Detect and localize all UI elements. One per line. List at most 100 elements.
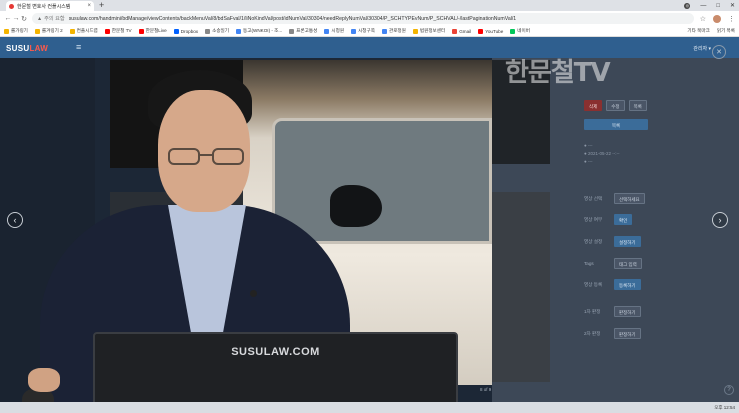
new-tab-button[interactable]: +	[99, 0, 104, 11]
bookmark-folder[interactable]: 기타 북마크	[687, 28, 709, 34]
bookmark-icon	[324, 28, 330, 34]
detail-actions: 삭제 수정 목록	[584, 100, 647, 111]
bookmark-item[interactable]: 관로정원	[381, 28, 406, 34]
bookmark-label: 프론고통성	[296, 28, 318, 33]
bookmarks-bar: 롤가링기 롤겨링기 2 컨플시드렴 한문철 TV 한문철Live Dropbox 소송일기 동…	[0, 26, 739, 37]
detail-field-row: 2차 판정 판정하기	[584, 328, 641, 339]
meta-line: ● ---	[584, 159, 593, 164]
bookmark-item[interactable]: 시청원	[324, 28, 344, 34]
field-control[interactable]: 판정하기	[614, 306, 641, 317]
bookmark-label: Dropbox	[180, 28, 199, 34]
list-button[interactable]: 목록	[584, 119, 648, 130]
bookmark-item[interactable]: 롤겨링기 2	[34, 28, 63, 34]
bookmark-label: 컨플시드렴	[76, 28, 98, 33]
detail-action-button[interactable]: 수정	[606, 100, 625, 111]
tab-title: 한문철 변호사 컨플시스템	[17, 3, 71, 10]
brand-logo[interactable]: SUSULAW	[6, 44, 48, 53]
maximize-button[interactable]: □	[716, 3, 720, 9]
app-header: SUSULAW ≡ 관리자 ▾	[0, 37, 739, 58]
brand-right: LAW	[29, 44, 49, 53]
star-icon[interactable]: ☆	[700, 15, 706, 23]
bookmark-label: Gmail	[459, 28, 472, 34]
bookmark-icon	[138, 28, 144, 34]
field-control[interactable]: 확인	[614, 214, 633, 225]
bookmark-icon	[289, 28, 295, 34]
reload-icon[interactable]: ↻	[20, 15, 28, 23]
field-label: 영상 설정	[584, 238, 603, 244]
shattered-window	[272, 118, 492, 244]
meta-line: ● ---	[584, 143, 593, 148]
bookmark-item[interactable]: 동고(WNKOI) - 조...	[236, 28, 282, 34]
help-icon[interactable]: ?	[724, 385, 734, 395]
bookmark-item[interactable]: 네이버	[510, 28, 530, 34]
bookmark-folder[interactable]: 읽기 목록	[717, 28, 735, 34]
tab-close-icon[interactable]: ×	[87, 3, 91, 9]
bookmark-label: 롤겨링기 2	[41, 28, 63, 33]
bookmark-label: 롤가링기	[11, 28, 28, 33]
bookmark-item[interactable]: Dropbox	[173, 28, 199, 34]
bookmark-item[interactable]: YouTube	[478, 28, 504, 34]
minimize-button[interactable]: —	[700, 3, 706, 9]
bookmark-icon	[173, 28, 179, 34]
bookmark-label: 네이버	[517, 28, 530, 33]
window-controls: ◎ — □ ✕	[684, 0, 735, 11]
close-window-button[interactable]: ✕	[730, 2, 735, 9]
field-control[interactable]: 설정하기	[614, 236, 641, 247]
bookmark-label: 동고(WNKOI) - 조...	[243, 28, 283, 33]
hamburger-icon[interactable]: ≡	[76, 42, 81, 52]
chevron-right-icon[interactable]: ›	[712, 212, 728, 228]
user-menu[interactable]: 관리자 ▾	[693, 45, 711, 52]
image-counter: 8 of 9	[480, 387, 492, 392]
menu-dots-icon[interactable]: ⋮	[728, 15, 735, 23]
chevron-left-icon[interactable]: ‹	[7, 212, 23, 228]
field-control[interactable]: 등록하기	[614, 279, 641, 290]
detail-action-button[interactable]: 목록	[628, 100, 647, 111]
bookmark-item[interactable]: 프론고통성	[289, 28, 317, 34]
bookmark-item[interactable]: 법원정보센터	[412, 28, 446, 34]
security-label[interactable]: 주의 요함	[44, 15, 65, 22]
bookmark-item[interactable]: Gmail	[452, 28, 472, 34]
meta-line: ● 2021-05-22 --:--	[584, 151, 620, 156]
thumbnail-image[interactable]	[492, 192, 550, 382]
field-label: 2차 판정	[584, 330, 601, 336]
bookmark-label: 시청원	[331, 28, 345, 33]
bookmark-item[interactable]: 한문철 TV	[104, 28, 132, 34]
bookmark-icon	[412, 28, 418, 34]
window-hole	[330, 185, 382, 227]
channel-watermark: 한문철TV	[505, 58, 611, 88]
bookmark-item[interactable]: 소송일기	[205, 28, 229, 34]
bookmark-item[interactable]: 시청구쪽	[351, 28, 375, 34]
laptop-brand-text: SUSULAW.COM	[231, 346, 320, 358]
back-icon[interactable]: ←	[4, 15, 12, 22]
address-bar-row: ← → ↻ ▲ 주의 요함 susulaw.com/handmini/bdMan…	[0, 11, 739, 26]
bookmark-item[interactable]: 컨플시드렴	[69, 28, 98, 34]
bookmark-label: YouTube	[485, 28, 504, 34]
glasses-lens	[168, 148, 200, 165]
warning-icon[interactable]: ▲	[37, 16, 42, 22]
bookmark-icon	[381, 28, 387, 34]
field-label: 영상 등록	[584, 281, 603, 287]
detail-action-button[interactable]: 삭제	[584, 100, 603, 111]
bookmark-label: 관로정원	[388, 28, 406, 33]
detail-field-row: 영상 설정 설정하기	[584, 236, 641, 247]
close-icon[interactable]: ✕	[712, 45, 726, 59]
field-control[interactable]: 선택하세요	[614, 193, 645, 204]
bookmark-icon	[452, 28, 458, 34]
field-control[interactable]: 판정하기	[614, 328, 641, 339]
extension-icon[interactable]: ◎	[684, 2, 691, 9]
tab-favicon-icon	[9, 3, 14, 9]
field-label: 영상 선택	[584, 195, 603, 201]
forward-icon[interactable]: →	[12, 15, 20, 22]
presenter-glasses	[168, 148, 248, 168]
browser-tab[interactable]: 한문철 변호사 컨플시스템 ×	[6, 1, 94, 11]
profile-avatar[interactable]	[713, 14, 721, 23]
bookmark-icon	[34, 28, 40, 34]
bookmark-item[interactable]: 한문철Live	[138, 28, 167, 34]
url-input[interactable]: ▲ 주의 요함 susulaw.com/handmini/bdManage/vi…	[32, 13, 694, 24]
field-control[interactable]: 태그 입력	[614, 258, 642, 269]
detail-field-row: Tags 태그 입력	[584, 258, 642, 269]
field-label: Tags	[584, 261, 594, 266]
bookmark-label: 법원정보센터	[419, 28, 446, 33]
bookmark-item[interactable]: 롤가링기	[4, 28, 28, 34]
taskbar-clock: 오후 12:54	[714, 405, 735, 410]
